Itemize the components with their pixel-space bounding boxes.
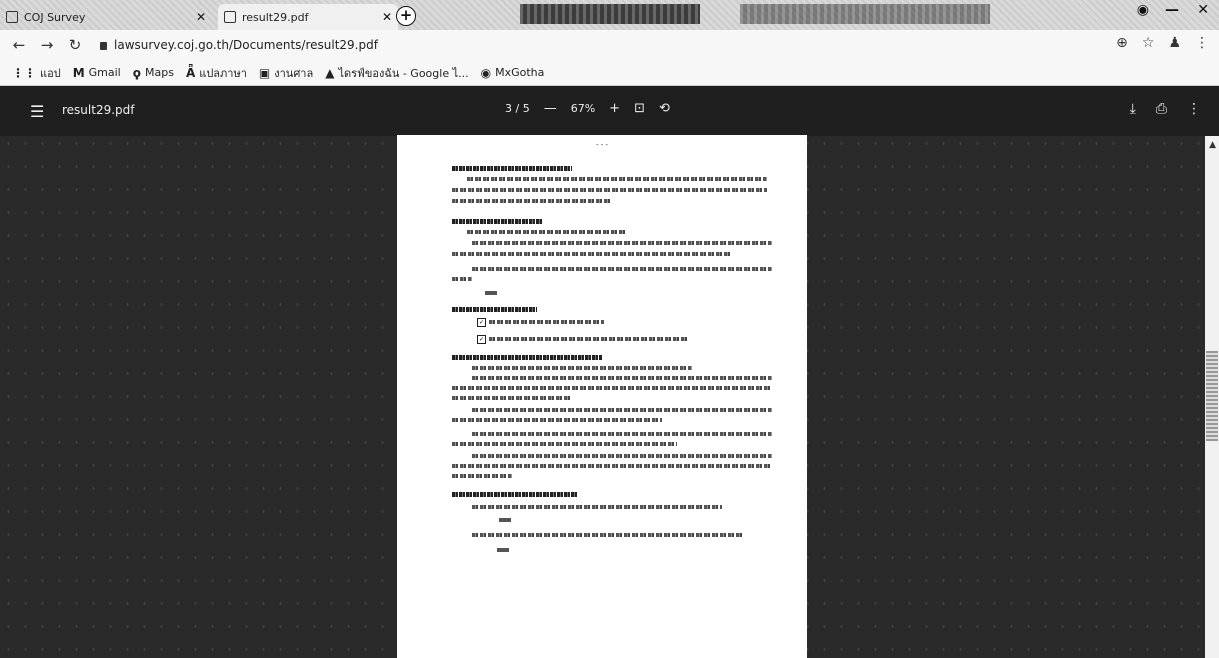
maps-icon: ϙ (132, 65, 141, 80)
folder-icon: ▣ (258, 65, 271, 80)
checked-box-icon: ✓ (477, 318, 486, 327)
bookmark-gmail[interactable]: M Gmail (73, 66, 121, 80)
page-number-marker: - - - (595, 141, 609, 149)
reload-icon[interactable]: ↻ (66, 36, 84, 54)
scanned-text-line (472, 505, 722, 509)
scroll-up-arrow-icon[interactable]: ▲ (1209, 140, 1216, 150)
bookmark-apps[interactable]: ⋮⋮ แอป (12, 64, 61, 82)
translate-icon: Ǟ (185, 65, 196, 80)
scrollbar-thumb[interactable] (1206, 351, 1218, 441)
favicon-icon (6, 11, 18, 23)
zoom-icon[interactable]: ⊕ (1116, 35, 1128, 51)
scanned-text-line (452, 474, 512, 478)
bookmark-maps[interactable]: ϙ Maps (133, 66, 174, 80)
url-text[interactable]: lawsurvey.coj.go.th/Documents/result29.p… (114, 38, 378, 52)
close-tab-icon[interactable]: ✕ (382, 10, 392, 24)
scanned-text-line (472, 408, 772, 412)
tab-strip-noise (520, 4, 700, 24)
zoom-out-button[interactable]: — (544, 101, 557, 116)
bookmark-label: แปลภาษา (199, 66, 247, 80)
hamburger-menu-icon[interactable]: ☰ (30, 102, 44, 121)
bookmark-drive[interactable]: ▲ ไดรฟ์ของฉัน - Google ไ... (325, 64, 468, 82)
pdf-toolbar: ☰ result29.pdf 3 / 5 — 67% + ⊡ ⟲ ⤓ ⎙ ⋮ (0, 86, 1219, 136)
back-arrow-icon[interactable]: ← (10, 36, 28, 54)
account-icon[interactable]: ♟ (1168, 35, 1181, 51)
kebab-menu-icon[interactable]: ⋮ (1195, 35, 1209, 51)
scanned-text-line (489, 337, 689, 341)
drive-icon: ▲ (325, 65, 335, 80)
scanned-text-line (485, 291, 497, 295)
scanned-text-line (452, 188, 767, 192)
globe-icon: ◉ (480, 65, 492, 80)
zoom-in-button[interactable]: + (609, 101, 620, 116)
tab-strip: COJ Survey ✕ result29.pdf ✕ + ◉ — ✕ (0, 0, 1219, 30)
close-tab-icon[interactable]: ✕ (196, 10, 206, 24)
rotate-icon[interactable]: ⟲ (659, 101, 670, 116)
scanned-text-line (452, 252, 732, 256)
scanned-text-line (452, 386, 772, 390)
bookmark-star-icon[interactable]: ☆ (1142, 35, 1155, 51)
scanned-text-line (489, 320, 604, 324)
scanned-text-line (472, 432, 772, 436)
scanned-text-line (472, 533, 742, 537)
tab-result-pdf[interactable]: result29.pdf ✕ (218, 4, 398, 30)
print-icon[interactable]: ⎙ (1156, 101, 1167, 117)
download-icon[interactable]: ⤓ (1130, 101, 1136, 117)
gmail-icon: M (72, 65, 85, 80)
bookmark-label: Gmail (88, 66, 121, 79)
bookmark-label: แอป (40, 66, 61, 80)
tab-strip-noise (740, 4, 990, 24)
scanned-text-line (499, 518, 511, 522)
pdf-filename: result29.pdf (62, 103, 135, 117)
bookmarks-bar: ⋮⋮ แอป M Gmail ϙ Maps Ǟ แปลภาษา ▣ งานศาล ▲ ไดร… (0, 60, 1219, 86)
scanned-text-line (452, 166, 572, 171)
scanned-text-line (472, 376, 772, 380)
scanned-text-line (452, 418, 662, 422)
bookmark-translate[interactable]: Ǟ แปลภาษา (186, 64, 247, 82)
page-indicator[interactable]: 3 / 5 (505, 102, 530, 115)
scanned-text-line (467, 177, 767, 181)
scanned-text-line (472, 241, 772, 245)
address-bar[interactable]: lawsurvey.coj.go.th/Documents/result29.p… (100, 38, 378, 52)
tab-title: COJ Survey (24, 10, 86, 24)
scanned-text-line (472, 454, 772, 458)
lock-icon (100, 42, 107, 50)
apps-grid-icon: ⋮⋮ (12, 65, 36, 80)
scanned-text-line (472, 267, 772, 271)
scanned-text-line (452, 464, 772, 468)
browser-toolbar: ← → ↻ lawsurvey.coj.go.th/Documents/resu… (0, 30, 1219, 60)
scanned-text-line (452, 199, 612, 203)
more-options-icon[interactable]: ⋮ (1187, 101, 1201, 117)
bookmark-court[interactable]: ▣ งานศาล (259, 64, 313, 82)
scanned-text-line (452, 277, 472, 281)
scanned-text-line (497, 548, 509, 552)
fit-page-icon[interactable]: ⊡ (634, 101, 645, 116)
zoom-value[interactable]: 67% (571, 102, 595, 115)
bookmark-label: ไดรฟ์ของฉัน - Google ไ... (338, 66, 469, 80)
scanned-text-line (452, 396, 572, 400)
scanned-text-line (467, 230, 627, 234)
bookmark-label: MxGotha (495, 66, 545, 79)
scanned-text-line (452, 307, 537, 312)
scanned-text-line (452, 219, 542, 224)
tab-coj-survey[interactable]: COJ Survey ✕ (6, 4, 206, 30)
new-tab-button[interactable]: + (396, 6, 416, 26)
scanned-text-line (472, 366, 692, 370)
bookmark-mxgotha[interactable]: ◉ MxGotha (481, 66, 545, 80)
profile-icon[interactable]: ◉ (1137, 2, 1149, 18)
close-window-icon[interactable]: ✕ (1197, 2, 1209, 18)
forward-arrow-icon[interactable]: → (38, 36, 56, 54)
pdf-page: - - - ✓ ✓ (397, 135, 807, 658)
minimize-icon[interactable]: — (1165, 2, 1179, 18)
scanned-text-line (452, 442, 677, 446)
bookmark-label: Maps (144, 66, 174, 79)
tab-title: result29.pdf (242, 10, 309, 24)
pdf-viewer: ☰ result29.pdf 3 / 5 — 67% + ⊡ ⟲ ⤓ ⎙ ⋮ -… (0, 86, 1219, 658)
checked-box-icon: ✓ (477, 335, 486, 344)
scanned-text-line (452, 492, 577, 497)
bookmark-label: งานศาล (274, 66, 314, 80)
scanned-text-line (452, 355, 602, 360)
pdf-favicon-icon (224, 11, 236, 23)
